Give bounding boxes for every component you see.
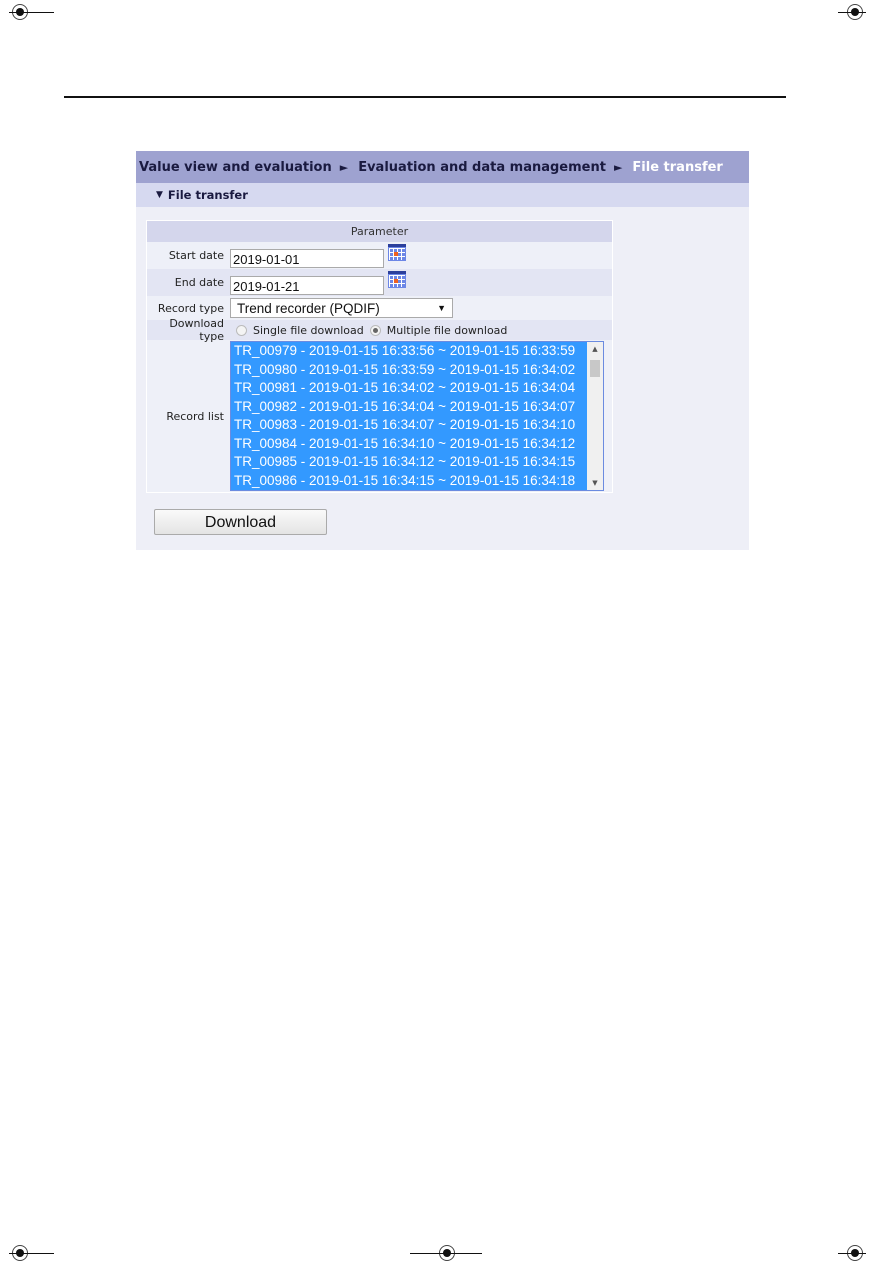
start-date-row: Start date 2019-01-01 <box>147 242 612 269</box>
list-item[interactable]: TR_00983 - 2019-01-15 16:34:07 ~ 2019-01… <box>231 416 587 435</box>
breadcrumb-separator-icon: ► <box>339 160 349 174</box>
end-date-row: End date 2019-01-21 <box>147 269 612 296</box>
registration-mark-bottom-left <box>9 1245 31 1261</box>
record-list-row: Record list TR_00979 - 2019-01-15 16:33:… <box>147 340 612 492</box>
end-date-input[interactable]: 2019-01-21 <box>230 275 384 295</box>
list-scrollbar[interactable]: ▲ ▼ <box>587 342 603 490</box>
breadcrumb-item-current: File transfer <box>632 159 723 175</box>
record-type-select[interactable]: Trend recorder (PQDIF) ▼ <box>230 298 453 318</box>
download-type-row: Download type Single file download Multi… <box>147 317 612 343</box>
end-date-label: End date <box>174 276 224 289</box>
multiple-file-label[interactable]: Multiple file download <box>387 324 508 337</box>
list-item[interactable]: TR_00979 - 2019-01-15 16:33:56 ~ 2019-01… <box>231 342 587 361</box>
breadcrumb-separator-icon: ► <box>613 160 623 174</box>
crop-line <box>28 1253 54 1254</box>
single-file-radio[interactable] <box>236 324 247 336</box>
record-list-items: TR_00979 - 2019-01-15 16:33:56 ~ 2019-01… <box>231 342 587 490</box>
scroll-thumb[interactable] <box>590 360 600 377</box>
list-item[interactable]: TR_00985 - 2019-01-15 16:34:12 ~ 2019-01… <box>231 453 587 472</box>
parameter-header: Parameter <box>147 221 612 242</box>
start-date-input[interactable]: 2019-01-01 <box>230 248 384 268</box>
breadcrumb-item-evaluation[interactable]: Evaluation and data management <box>358 160 606 175</box>
crop-line <box>28 12 54 13</box>
breadcrumb: Value view and evaluation ► Evaluation a… <box>136 151 749 183</box>
dropdown-arrow-icon: ▼ <box>437 303 446 313</box>
registration-mark-top-left <box>9 4 31 20</box>
record-list-label: Record list <box>166 409 224 423</box>
list-item[interactable]: TR_00982 - 2019-01-15 16:34:04 ~ 2019-01… <box>231 398 587 417</box>
list-item[interactable]: TR_00980 - 2019-01-15 16:33:59 ~ 2019-01… <box>231 361 587 380</box>
scroll-down-icon[interactable]: ▼ <box>587 476 603 490</box>
single-file-label[interactable]: Single file download <box>253 324 364 337</box>
crop-line <box>410 1253 482 1254</box>
scroll-up-icon[interactable]: ▲ <box>587 342 603 356</box>
multiple-file-radio[interactable] <box>369 324 381 336</box>
list-item[interactable]: TR_00984 - 2019-01-15 16:34:10 ~ 2019-01… <box>231 435 587 454</box>
crop-line <box>838 1253 848 1254</box>
record-listbox[interactable]: TR_00979 - 2019-01-15 16:33:56 ~ 2019-01… <box>230 341 604 491</box>
list-item[interactable]: TR_00981 - 2019-01-15 16:34:02 ~ 2019-01… <box>231 379 587 398</box>
start-date-label: Start date <box>168 249 224 262</box>
calendar-icon[interactable] <box>388 244 406 261</box>
header-rule <box>64 96 786 98</box>
list-item[interactable]: TR_00986 - 2019-01-15 16:34:15 ~ 2019-01… <box>231 472 587 491</box>
registration-mark-top-right <box>844 4 866 20</box>
registration-mark-bottom-right <box>844 1245 866 1261</box>
section-title: File transfer <box>167 188 248 202</box>
file-transfer-screenshot: Value view and evaluation ► Evaluation a… <box>136 151 749 550</box>
record-type-label: Record type <box>157 301 224 315</box>
breadcrumb-item-value-view[interactable]: Value view and evaluation <box>139 160 332 175</box>
calendar-icon[interactable] <box>388 271 406 288</box>
section-header[interactable]: ▼ File transfer <box>136 183 749 207</box>
download-type-radio-group: Single file download Multiple file downl… <box>230 324 507 337</box>
record-type-value: Trend recorder (PQDIF) <box>237 300 380 316</box>
crop-line <box>838 12 848 13</box>
collapse-triangle-icon[interactable]: ▼ <box>156 190 163 200</box>
parameter-table: Parameter Start date 2019-01-01 End date… <box>146 220 613 493</box>
download-type-label: Download type <box>169 317 224 343</box>
download-button[interactable]: Download <box>154 509 327 535</box>
